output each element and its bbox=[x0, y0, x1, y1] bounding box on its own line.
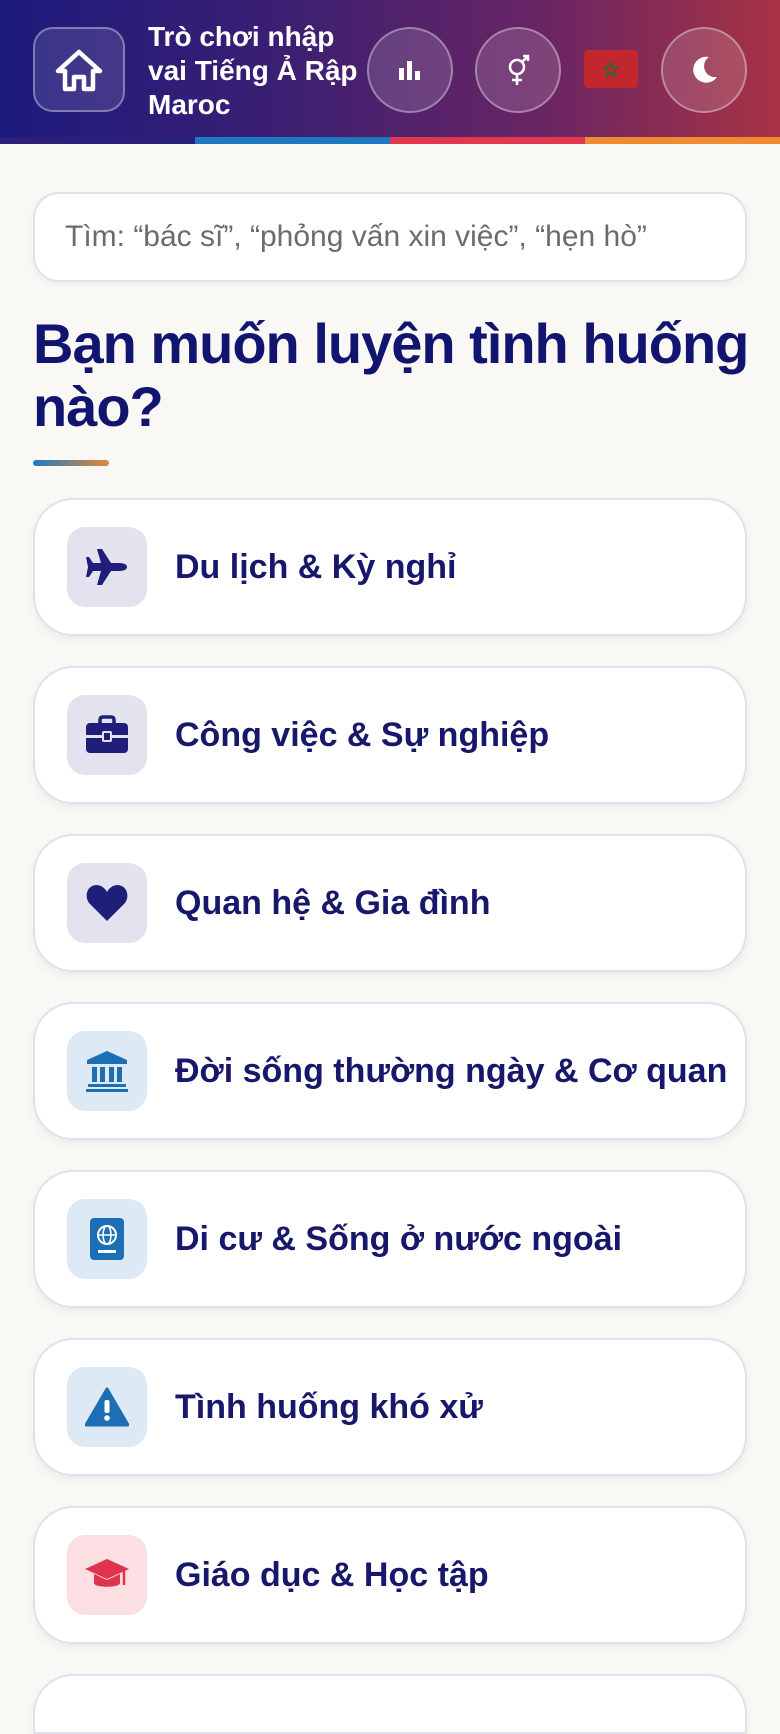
bar-chart-icon bbox=[399, 61, 420, 80]
category-card-education[interactable]: Giáo dục & Học tập bbox=[33, 1506, 747, 1644]
search-input[interactable] bbox=[33, 192, 747, 282]
category-icon-box bbox=[67, 1199, 147, 1279]
header-stripe-2 bbox=[195, 137, 390, 144]
app-header: Trò chơi nhập vai Tiếng Ả Rập Maroc bbox=[0, 0, 780, 137]
briefcase-icon bbox=[86, 715, 128, 753]
gender-icon bbox=[508, 54, 530, 85]
stats-button[interactable] bbox=[367, 27, 453, 113]
category-label: Quan hệ & Gia đình bbox=[175, 883, 491, 922]
moon-icon bbox=[693, 56, 717, 83]
airplane-icon bbox=[86, 549, 127, 585]
heading-underline bbox=[33, 460, 109, 466]
header-stripe-3 bbox=[390, 137, 585, 144]
category-label: Đời sống thường ngày & Cơ quan bbox=[175, 1051, 728, 1090]
category-list: Du lịch & Kỳ nghỉ Công việc & Sự nghiệp … bbox=[33, 498, 747, 1734]
heart-icon bbox=[86, 885, 128, 921]
category-card-relationships[interactable]: Quan hệ & Gia đình bbox=[33, 834, 747, 972]
header-stripe-1 bbox=[0, 137, 195, 144]
category-card-migration[interactable]: Di cư & Sống ở nước ngoài bbox=[33, 1170, 747, 1308]
category-card-travel[interactable]: Du lịch & Kỳ nghỉ bbox=[33, 498, 747, 636]
category-card-daily-life[interactable]: Đời sống thường ngày & Cơ quan bbox=[33, 1002, 747, 1140]
gender-button[interactable] bbox=[475, 27, 561, 113]
institution-icon bbox=[86, 1051, 128, 1092]
warning-icon bbox=[85, 1387, 129, 1427]
home-icon bbox=[55, 49, 103, 91]
category-label: Du lịch & Kỳ nghỉ bbox=[175, 547, 457, 586]
category-icon-box bbox=[67, 695, 147, 775]
category-icon-box bbox=[67, 527, 147, 607]
category-label: Công việc & Sự nghiệp bbox=[175, 715, 550, 754]
category-icon-box bbox=[67, 1367, 147, 1447]
page-heading: Bạn muốn luyện tình huống nào? bbox=[33, 312, 749, 438]
category-icon-box bbox=[67, 863, 147, 943]
category-label: Di cư & Sống ở nước ngoài bbox=[175, 1219, 623, 1258]
passport-icon bbox=[90, 1218, 124, 1260]
category-icon-box bbox=[67, 1535, 147, 1615]
category-label: Giáo dục & Học tập bbox=[175, 1555, 489, 1594]
category-label: Tình huống khó xử bbox=[175, 1387, 483, 1426]
language-flag-button[interactable] bbox=[584, 50, 638, 88]
category-card-next-partial[interactable] bbox=[33, 1674, 747, 1734]
home-button[interactable] bbox=[33, 27, 125, 112]
theme-toggle-button[interactable] bbox=[661, 27, 747, 113]
morocco-flag-icon bbox=[602, 60, 620, 78]
header-stripe-4 bbox=[585, 137, 780, 144]
app-title: Trò chơi nhập vai Tiếng Ả Rập Maroc bbox=[148, 21, 358, 120]
category-icon-box bbox=[67, 1031, 147, 1111]
category-card-work[interactable]: Công việc & Sự nghiệp bbox=[33, 666, 747, 804]
graduation-cap-icon bbox=[85, 1559, 129, 1587]
category-card-difficult-situations[interactable]: Tình huống khó xử bbox=[33, 1338, 747, 1476]
